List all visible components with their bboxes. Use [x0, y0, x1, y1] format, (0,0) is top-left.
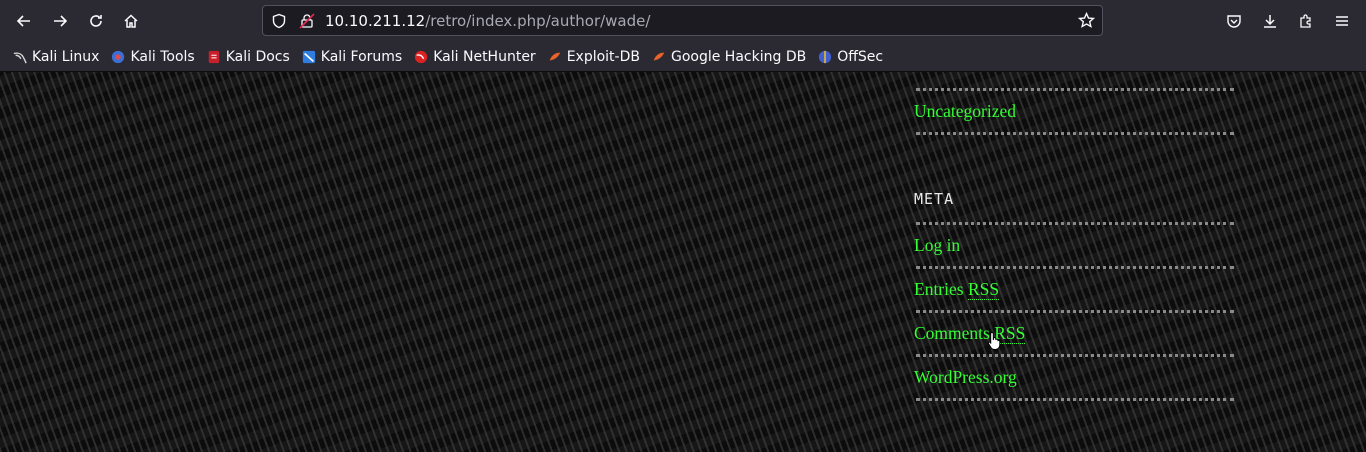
reload-icon — [90, 15, 102, 27]
comments-rss-link[interactable]: Comments RSS — [914, 323, 1026, 344]
dotted-divider — [916, 132, 1234, 135]
bookmark-label: Kali Forums — [320, 48, 403, 65]
kali-dragon-icon — [13, 51, 27, 63]
kali-nethunter-icon — [415, 50, 428, 63]
extensions-button[interactable] — [1290, 5, 1322, 37]
home-button[interactable] — [115, 5, 147, 37]
puzzle-icon — [1300, 14, 1311, 28]
page-content: Uncategorized META Log in Entries RSS Co… — [0, 72, 1366, 452]
meta-item-wordpress: WordPress.org — [914, 357, 1234, 398]
ghdb-icon — [653, 52, 665, 60]
kali-forums-icon — [302, 50, 315, 63]
bookmarks-toolbar: Kali Linux Kali Tools Kali Docs Kali For… — [0, 42, 1366, 72]
kali-tools-icon — [112, 50, 125, 63]
hand-pointer-cursor-icon — [987, 331, 1001, 350]
sidebar: Uncategorized META Log in Entries RSS Co… — [914, 72, 1234, 401]
wordpress-org-link[interactable]: WordPress.org — [914, 367, 1017, 388]
offsec-icon — [819, 50, 832, 63]
meta-item-login: Log in — [914, 225, 1234, 266]
shield-icon[interactable] — [271, 13, 287, 29]
hamburger-menu-icon — [1336, 16, 1348, 26]
bookmark-star-icon[interactable] — [1078, 12, 1095, 29]
entries-rss-link[interactable]: Entries RSS — [914, 279, 1000, 300]
bookmark-kali-tools[interactable]: Kali Tools — [106, 45, 199, 69]
address-bar[interactable]: 10.10.211.12/retro/index.php/author/wade… — [262, 5, 1103, 36]
reload-button[interactable] — [80, 5, 112, 37]
bookmark-offsec[interactable]: OffSec — [813, 45, 888, 69]
bookmark-label: Google Hacking DB — [670, 48, 807, 65]
bookmark-label: OffSec — [837, 48, 884, 65]
menu-button[interactable] — [1326, 5, 1358, 37]
home-icon — [124, 14, 138, 28]
entries-rss-abbr: RSS — [967, 279, 1000, 300]
bookmark-kali-nethunter[interactable]: Kali NetHunter — [409, 45, 540, 69]
back-button[interactable] — [8, 5, 40, 37]
downloads-button[interactable] — [1254, 5, 1286, 37]
url-text[interactable]: 10.10.211.12/retro/index.php/author/wade… — [325, 12, 650, 30]
bookmark-google-hacking-db[interactable]: Google Hacking DB — [647, 45, 811, 69]
meta-item-entries-rss: Entries RSS — [914, 269, 1234, 310]
pocket-icon — [1227, 15, 1241, 28]
category-link-uncategorized[interactable]: Uncategorized — [914, 101, 1016, 122]
url-host: 10.10.211.12 — [325, 11, 426, 30]
pocket-button[interactable] — [1218, 5, 1250, 37]
bookmark-label: Exploit-DB — [566, 48, 640, 65]
bookmark-label: Kali Linux — [32, 48, 100, 65]
bookmark-exploit-db[interactable]: Exploit-DB — [543, 45, 645, 69]
download-icon — [1264, 15, 1276, 28]
bookmark-label: Kali Tools — [130, 48, 195, 65]
forward-button[interactable] — [44, 5, 76, 37]
url-path: /retro/index.php/author/wade/ — [425, 11, 651, 30]
comments-rss-prefix: Comments — [914, 323, 995, 343]
login-link[interactable]: Log in — [914, 235, 960, 256]
bookmark-label: Kali Docs — [225, 48, 290, 65]
category-item: Uncategorized — [914, 91, 1234, 132]
forward-arrow-icon — [54, 15, 68, 27]
dotted-divider — [916, 398, 1234, 401]
meta-heading: META — [914, 190, 955, 208]
browser-toolbar: 10.10.211.12/retro/index.php/author/wade… — [0, 0, 1366, 42]
bookmark-kali-forums[interactable]: Kali Forums — [297, 45, 407, 69]
entries-rss-prefix: Entries — [914, 279, 968, 299]
bookmark-kali-linux[interactable]: Kali Linux — [8, 45, 104, 69]
kali-docs-icon — [208, 50, 219, 63]
exploit-db-icon — [549, 52, 560, 60]
bookmark-label: Kali NetHunter — [433, 48, 536, 65]
meta-item-comments-rss: Comments RSS — [914, 313, 1234, 354]
bookmark-kali-docs[interactable]: Kali Docs — [202, 45, 295, 69]
insecure-lock-icon[interactable] — [299, 12, 315, 29]
back-arrow-icon — [16, 15, 30, 27]
